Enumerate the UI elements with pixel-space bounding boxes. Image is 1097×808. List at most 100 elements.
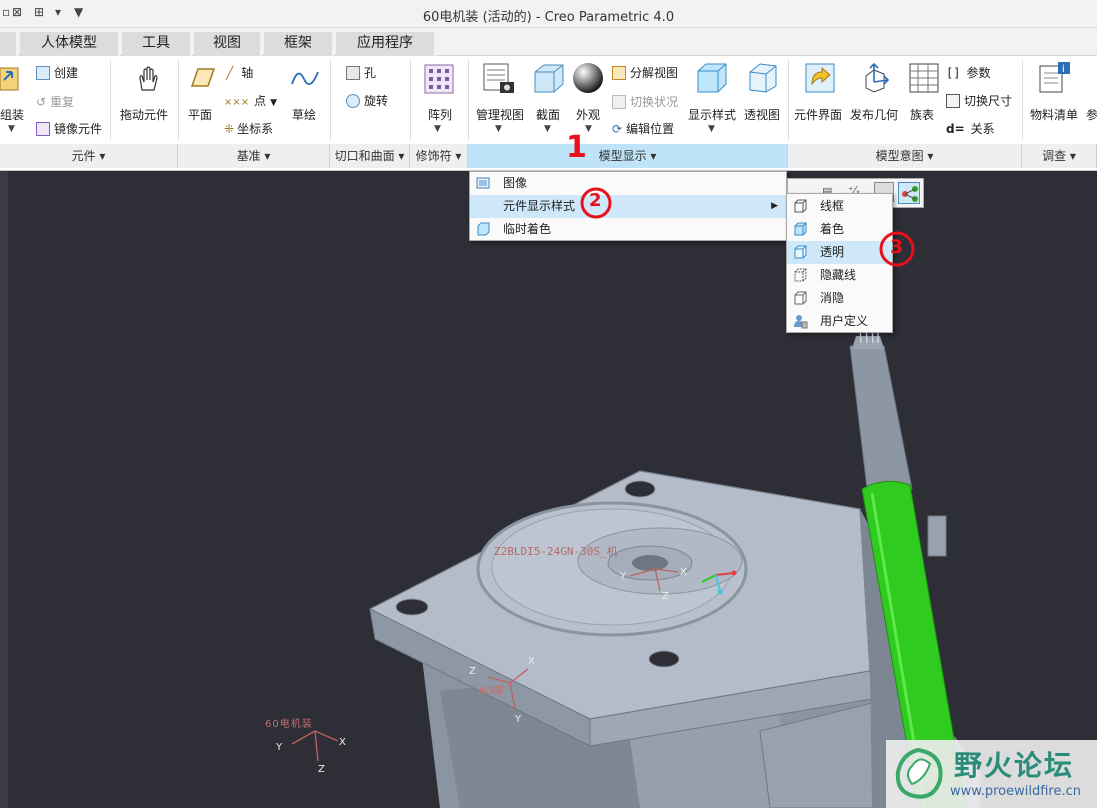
assembly-csys-label: 60电机装 <box>265 719 313 730</box>
family-table-button[interactable]: 族表 <box>910 106 934 123</box>
mirror-component-button[interactable]: 镜像元件 <box>36 120 102 137</box>
group-components[interactable]: 元件 ▾ <box>0 144 178 168</box>
axis-label-y: Y <box>620 571 627 582</box>
tab-model[interactable] <box>0 32 18 56</box>
annotation-step-1: 1 <box>566 130 587 165</box>
component-interface-button[interactable]: 元件界面 <box>794 106 842 123</box>
assembly-axis-z: Z <box>318 764 325 775</box>
group-investigate[interactable]: 调查 ▾ <box>1022 144 1097 168</box>
axis-label-z: Z <box>662 591 669 602</box>
section-button[interactable]: 截面 <box>536 106 560 123</box>
point-button[interactable]: ××× 点 ▼ <box>224 92 277 109</box>
graphics-viewport[interactable]: Z2BLDI5-24GN-30S_机 Y X Z Z X M3螺 Y 60电机装… <box>0 171 1097 808</box>
display-style-dropdown-icon[interactable]: ▼ <box>708 124 715 134</box>
assembly-axis-x: X <box>339 737 346 748</box>
create-button[interactable]: 创建 <box>36 64 78 81</box>
manage-views-dropdown-icon[interactable]: ▼ <box>495 124 502 134</box>
reference-button-truncated[interactable]: 参 <box>1086 106 1097 123</box>
tab-human-model[interactable]: 人体模型 <box>20 32 120 56</box>
hole-icon <box>346 66 360 80</box>
window-title: 60电机装 (活动的) - Creo Parametric 4.0 <box>422 10 675 25</box>
axis-icon: ╱ <box>226 66 234 80</box>
appearance-button[interactable]: 外观 <box>576 106 600 123</box>
motor-assembly-model[interactable] <box>0 171 1097 808</box>
component-interface-icon[interactable] <box>804 62 836 94</box>
assembly-axis-y: Y <box>276 742 283 753</box>
tab-framework[interactable]: 框架 <box>264 32 334 56</box>
sketch-button[interactable]: 草绘 <box>292 106 316 123</box>
tab-applications[interactable]: 应用程序 <box>336 32 436 56</box>
forum-logo-icon <box>895 747 943 799</box>
section-icon[interactable] <box>532 62 566 96</box>
drag-hand-icon[interactable] <box>132 64 164 94</box>
drag-components-button[interactable]: 拖动元件 <box>120 106 168 123</box>
switch-dimensions-icon <box>946 94 960 108</box>
edit-position-button[interactable]: ⟳ 编辑位置 <box>612 120 674 137</box>
coordinate-system-button[interactable]: ⁜ 坐标系 <box>224 120 273 137</box>
ribbon: 组装 ▼ 创建 ↺ 重复 镜像元件 拖动元件 元件 ▾ 平面 ╱ 轴 ××× 点 ▼ ⁜… <box>0 56 1097 171</box>
group-model-intent[interactable]: 模型意图 ▾ <box>788 144 1022 168</box>
pattern-button[interactable]: 阵列 <box>428 106 452 123</box>
parameters-button[interactable]: [] 参数 <box>946 64 990 81</box>
assemble-button[interactable]: 组装 <box>0 106 24 123</box>
manage-views-button[interactable]: 管理视图 <box>476 106 524 123</box>
toggle-status-icon <box>612 95 626 109</box>
appearance-sphere-icon[interactable] <box>572 62 604 94</box>
explode-view-button[interactable]: 分解视图 <box>612 64 678 81</box>
menu-item-component-display-style[interactable]: 元件显示样式 ▶ <box>470 195 786 218</box>
perspective-view-button[interactable]: 透视图 <box>744 106 780 123</box>
explode-view-icon <box>612 66 626 80</box>
hole-button[interactable]: 孔 <box>346 64 376 81</box>
section-dropdown-icon[interactable]: ▼ <box>544 124 551 134</box>
submenu-arrow-icon: ▶ <box>771 201 778 211</box>
assemble-dropdown-icon[interactable]: ▼ <box>8 124 15 134</box>
publish-geometry-button[interactable]: 发布几何 <box>850 106 898 123</box>
perspective-view-icon[interactable] <box>746 62 778 94</box>
bill-of-materials-button[interactable]: 物料清单 <box>1030 106 1078 123</box>
mini-toolbar-connect-icon[interactable] <box>898 182 920 204</box>
relations-button[interactable]: d= 关系 <box>946 120 995 137</box>
tab-view[interactable]: 视图 <box>194 32 262 56</box>
csys-icon: ⁜ <box>224 122 235 136</box>
switch-dimensions-button[interactable]: 切换尺寸 <box>946 92 1012 109</box>
assemble-icon[interactable] <box>0 64 26 94</box>
sketch-icon[interactable] <box>290 66 320 92</box>
bill-of-materials-icon[interactable]: i <box>1038 62 1072 94</box>
shading-icon <box>794 222 807 236</box>
publish-geometry-icon[interactable] <box>858 62 890 94</box>
revolve-button[interactable]: 旋转 <box>346 92 388 109</box>
axis-button[interactable]: ╱ 轴 <box>226 64 253 81</box>
hidden-line-icon <box>794 268 807 282</box>
mirror-icon <box>36 122 50 136</box>
model-display-menu: 图像 元件显示样式 ▶ 临时着色 <box>469 171 787 241</box>
group-model-display[interactable]: 模型显示 ▾ <box>468 144 788 168</box>
repeat-button[interactable]: ↺ 重复 <box>36 93 74 110</box>
forum-watermark: 野火论坛 www.proewildfire.cn <box>886 740 1097 808</box>
revolve-icon <box>346 94 360 108</box>
plane-button[interactable]: 平面 <box>188 106 212 123</box>
family-table-icon[interactable] <box>908 62 940 94</box>
m3-axis-x: X <box>528 656 535 667</box>
display-style-button[interactable]: 显示样式 <box>688 106 736 123</box>
annotation-step-2: 2 <box>589 190 602 211</box>
svg-text:i: i <box>1062 64 1065 75</box>
menu-item-temporary-shading[interactable]: 临时着色 <box>470 218 786 241</box>
submenu-item-user-defined[interactable]: 用户定义 <box>787 310 892 333</box>
menu-item-image[interactable]: 图像 <box>470 172 786 195</box>
group-datum[interactable]: 基准 ▾ <box>178 144 330 168</box>
edit-position-icon: ⟳ <box>612 122 623 136</box>
parameters-icon: [] <box>946 66 961 80</box>
display-style-icon[interactable] <box>696 62 728 94</box>
tab-tools[interactable]: 工具 <box>122 32 192 56</box>
submenu-item-no-hidden[interactable]: 消隐 <box>787 287 892 310</box>
group-modifiers[interactable]: 修饰符 ▾ <box>410 144 468 168</box>
plane-icon[interactable] <box>186 66 216 90</box>
submenu-item-wireframe[interactable]: 线框 <box>787 195 892 218</box>
m3-axis-y: Y <box>515 714 522 725</box>
pattern-icon[interactable] <box>424 64 454 94</box>
annotation-step-3: 3 <box>890 236 904 258</box>
manage-views-icon[interactable] <box>482 62 516 96</box>
toggle-status-button[interactable]: 切换状况 <box>612 93 678 110</box>
group-cut-and-surface[interactable]: 切口和曲面 ▾ <box>330 144 410 168</box>
pattern-dropdown-icon[interactable]: ▼ <box>434 124 441 134</box>
